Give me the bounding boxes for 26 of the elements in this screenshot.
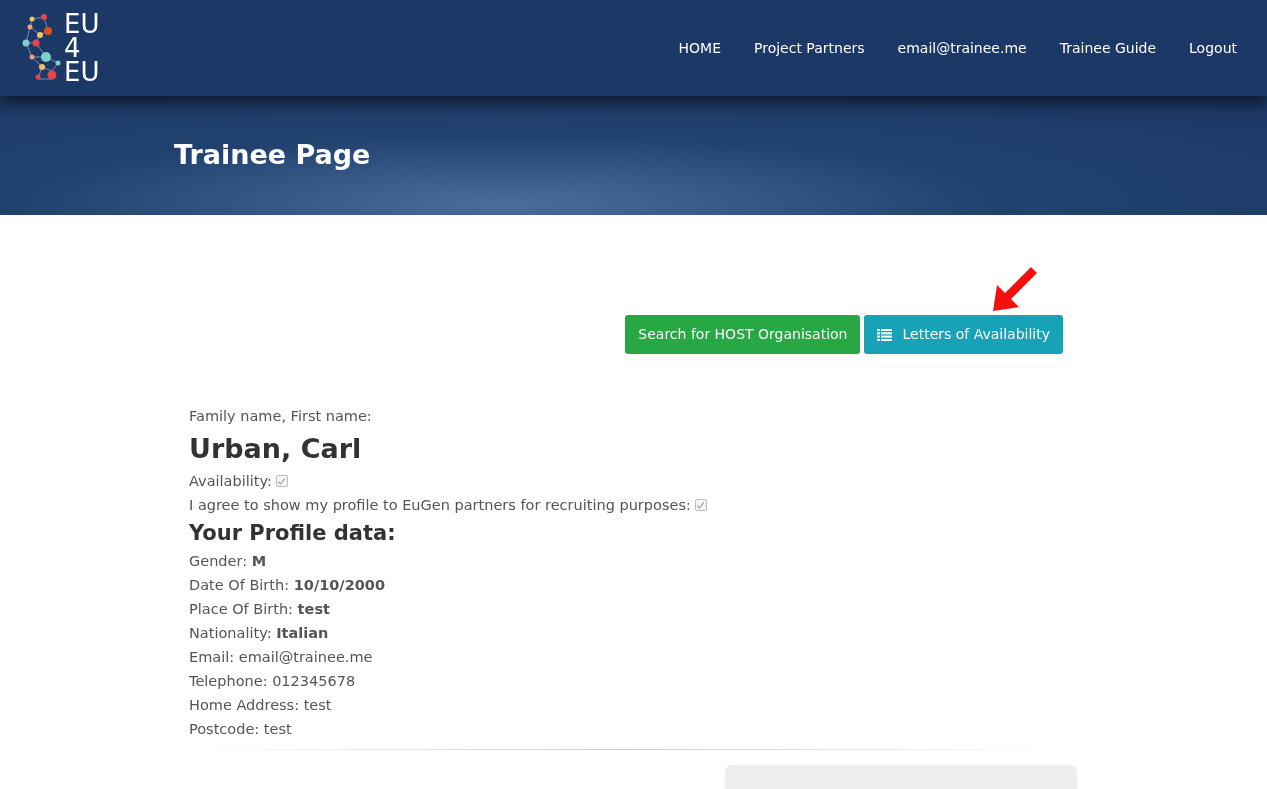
profile-field: Telephone: 012345678	[189, 669, 356, 693]
consent-label: Availability:	[189, 472, 272, 491]
profile-field: Home Address: test	[189, 693, 332, 717]
section-heading: Your Profile data:	[189, 520, 396, 547]
logo-text: EU	[64, 12, 100, 36]
nav-link[interactable]: email@trainee.me	[897, 37, 1027, 59]
profile-field: Postcode: test	[189, 717, 292, 741]
checkbox[interactable]	[694, 499, 707, 511]
logo-text: EU	[64, 60, 100, 84]
nav-link[interactable]: Logout	[1189, 37, 1237, 59]
page-title: Trainee Page	[174, 138, 371, 173]
consent-label: I agree to show my profile to EuGen partners for recruiting purposes:	[189, 496, 691, 515]
checkbox[interactable]	[275, 475, 288, 487]
nav-link[interactable]: Trainee Guide	[1059, 37, 1157, 59]
profile-field: Gender: M	[189, 549, 267, 573]
pointer-arrow-icon	[991, 265, 1037, 311]
trainee-name: Urban, Carl	[189, 432, 362, 466]
name-label: Family name, First name:	[189, 407, 372, 426]
logo-text: 4	[64, 36, 81, 60]
profile-field: Email: email@trainee.me	[189, 645, 373, 669]
nav-link[interactable]: Project Partners	[754, 37, 865, 59]
profile-field: Nationality: Italian	[189, 621, 329, 645]
profile-field: Date Of Birth: 10/10/2000	[189, 573, 385, 597]
list-icon	[877, 328, 893, 341]
profile-field: Place Of Birth: test	[189, 597, 330, 621]
nav-link[interactable]: HOME	[678, 37, 721, 59]
